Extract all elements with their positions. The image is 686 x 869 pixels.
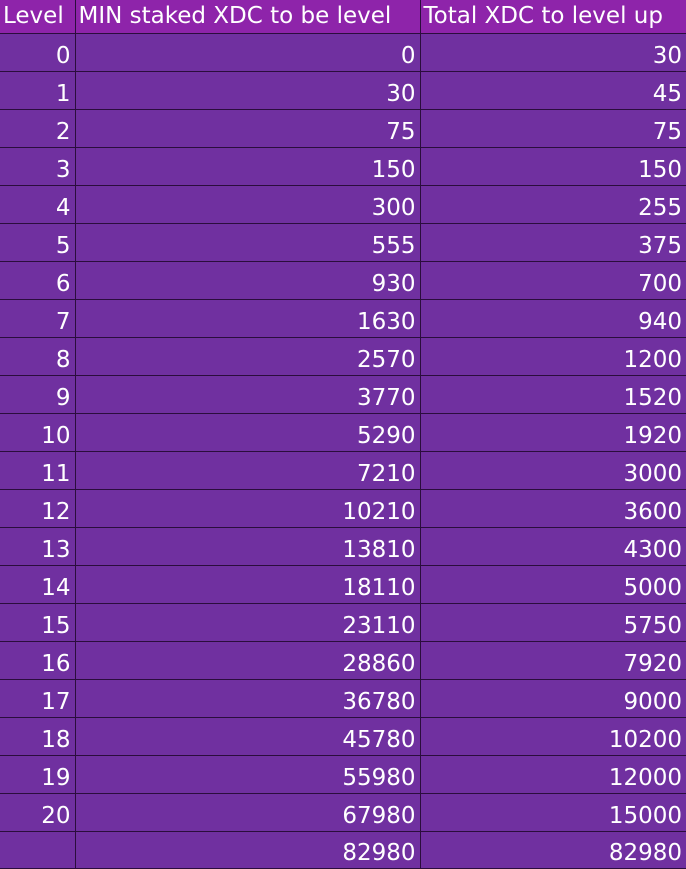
min-staked-cell: 82980: [75, 831, 421, 869]
min-staked-cell: 30: [75, 71, 421, 110]
min-staked-cell: 18110: [75, 565, 421, 604]
min-staked-cell: 150: [75, 147, 421, 186]
header-min-staked: MIN staked XDC to be level: [75, 0, 421, 34]
table-row: 15 23110 5750: [0, 603, 686, 642]
level-cell: 18: [0, 717, 76, 756]
level-cell: 5: [0, 223, 76, 262]
min-staked-cell: 555: [75, 223, 421, 262]
total-to-level-up-cell: 1920: [420, 413, 686, 452]
level-cell: 6: [0, 261, 76, 300]
min-staked-cell: 10210: [75, 489, 421, 528]
total-to-level-up-cell: 5750: [420, 603, 686, 642]
table-row: 82980 82980: [0, 831, 686, 869]
total-to-level-up-cell: 1520: [420, 375, 686, 414]
level-cell: 14: [0, 565, 76, 604]
min-staked-cell: 1630: [75, 299, 421, 338]
min-staked-cell: 36780: [75, 679, 421, 718]
level-cell: 1: [0, 71, 76, 110]
min-staked-cell: 3770: [75, 375, 421, 414]
min-staked-cell: 13810: [75, 527, 421, 566]
table-row: 7 1630 940: [0, 299, 686, 338]
header-total-to-level-up: Total XDC to level up: [420, 0, 686, 34]
xdc-level-table: Level MIN staked XDC to be level Total X…: [0, 0, 686, 869]
table-row: 11 7210 3000: [0, 451, 686, 490]
total-to-level-up-cell: 700: [420, 261, 686, 300]
min-staked-cell: 5290: [75, 413, 421, 452]
table-row: 13 13810 4300: [0, 527, 686, 566]
min-staked-cell: 55980: [75, 755, 421, 794]
total-to-level-up-cell: 15000: [420, 793, 686, 832]
total-to-level-up-cell: 30: [420, 33, 686, 72]
total-to-level-up-cell: 7920: [420, 641, 686, 680]
table-row: 20 67980 15000: [0, 793, 686, 832]
total-to-level-up-cell: 3600: [420, 489, 686, 528]
table-row: 12 10210 3600: [0, 489, 686, 528]
level-cell: [0, 831, 76, 869]
level-cell: 8: [0, 337, 76, 376]
total-to-level-up-cell: 1200: [420, 337, 686, 376]
table-row: 14 18110 5000: [0, 565, 686, 604]
level-cell: 4: [0, 185, 76, 224]
table-row: 3 150 150: [0, 147, 686, 186]
level-cell: 19: [0, 755, 76, 794]
min-staked-cell: 2570: [75, 337, 421, 376]
min-staked-cell: 0: [75, 33, 421, 72]
total-to-level-up-cell: 9000: [420, 679, 686, 718]
total-to-level-up-cell: 75: [420, 109, 686, 148]
total-to-level-up-cell: 45: [420, 71, 686, 110]
table-body: 0 0 30 1 30 45 2 75 75 3 150 150 4 300 255 5 555 375 6 930 7…: [0, 33, 686, 869]
total-to-level-up-cell: 3000: [420, 451, 686, 490]
table-row: 16 28860 7920: [0, 641, 686, 680]
table-row: 5 555 375: [0, 223, 686, 262]
total-to-level-up-cell: 12000: [420, 755, 686, 794]
level-cell: 12: [0, 489, 76, 528]
level-cell: 11: [0, 451, 76, 490]
table-row: 9 3770 1520: [0, 375, 686, 414]
level-cell: 10: [0, 413, 76, 452]
min-staked-cell: 300: [75, 185, 421, 224]
min-staked-cell: 67980: [75, 793, 421, 832]
total-to-level-up-cell: 5000: [420, 565, 686, 604]
level-cell: 16: [0, 641, 76, 680]
table-row: 4 300 255: [0, 185, 686, 224]
total-to-level-up-cell: 940: [420, 299, 686, 338]
table-row: 6 930 700: [0, 261, 686, 300]
min-staked-cell: 7210: [75, 451, 421, 490]
table-row: 19 55980 12000: [0, 755, 686, 794]
min-staked-cell: 28860: [75, 641, 421, 680]
level-cell: 13: [0, 527, 76, 566]
min-staked-cell: 23110: [75, 603, 421, 642]
table-row: 18 45780 10200: [0, 717, 686, 756]
level-cell: 3: [0, 147, 76, 186]
total-to-level-up-cell: 4300: [420, 527, 686, 566]
table-row: 1 30 45: [0, 71, 686, 110]
table-row: 10 5290 1920: [0, 413, 686, 452]
level-cell: 9: [0, 375, 76, 414]
table-row: 2 75 75: [0, 109, 686, 148]
header-row: Level MIN staked XDC to be level Total X…: [0, 0, 686, 34]
level-cell: 20: [0, 793, 76, 832]
level-cell: 7: [0, 299, 76, 338]
level-cell: 17: [0, 679, 76, 718]
min-staked-cell: 45780: [75, 717, 421, 756]
total-to-level-up-cell: 375: [420, 223, 686, 262]
table-row: 17 36780 9000: [0, 679, 686, 718]
level-cell: 2: [0, 109, 76, 148]
level-cell: 15: [0, 603, 76, 642]
header-level: Level: [0, 0, 76, 34]
total-to-level-up-cell: 150: [420, 147, 686, 186]
min-staked-cell: 75: [75, 109, 421, 148]
table-row: 8 2570 1200: [0, 337, 686, 376]
level-cell: 0: [0, 33, 76, 72]
total-to-level-up-cell: 255: [420, 185, 686, 224]
total-to-level-up-cell: 82980: [420, 831, 686, 869]
min-staked-cell: 930: [75, 261, 421, 300]
table-row: 0 0 30: [0, 33, 686, 72]
total-to-level-up-cell: 10200: [420, 717, 686, 756]
